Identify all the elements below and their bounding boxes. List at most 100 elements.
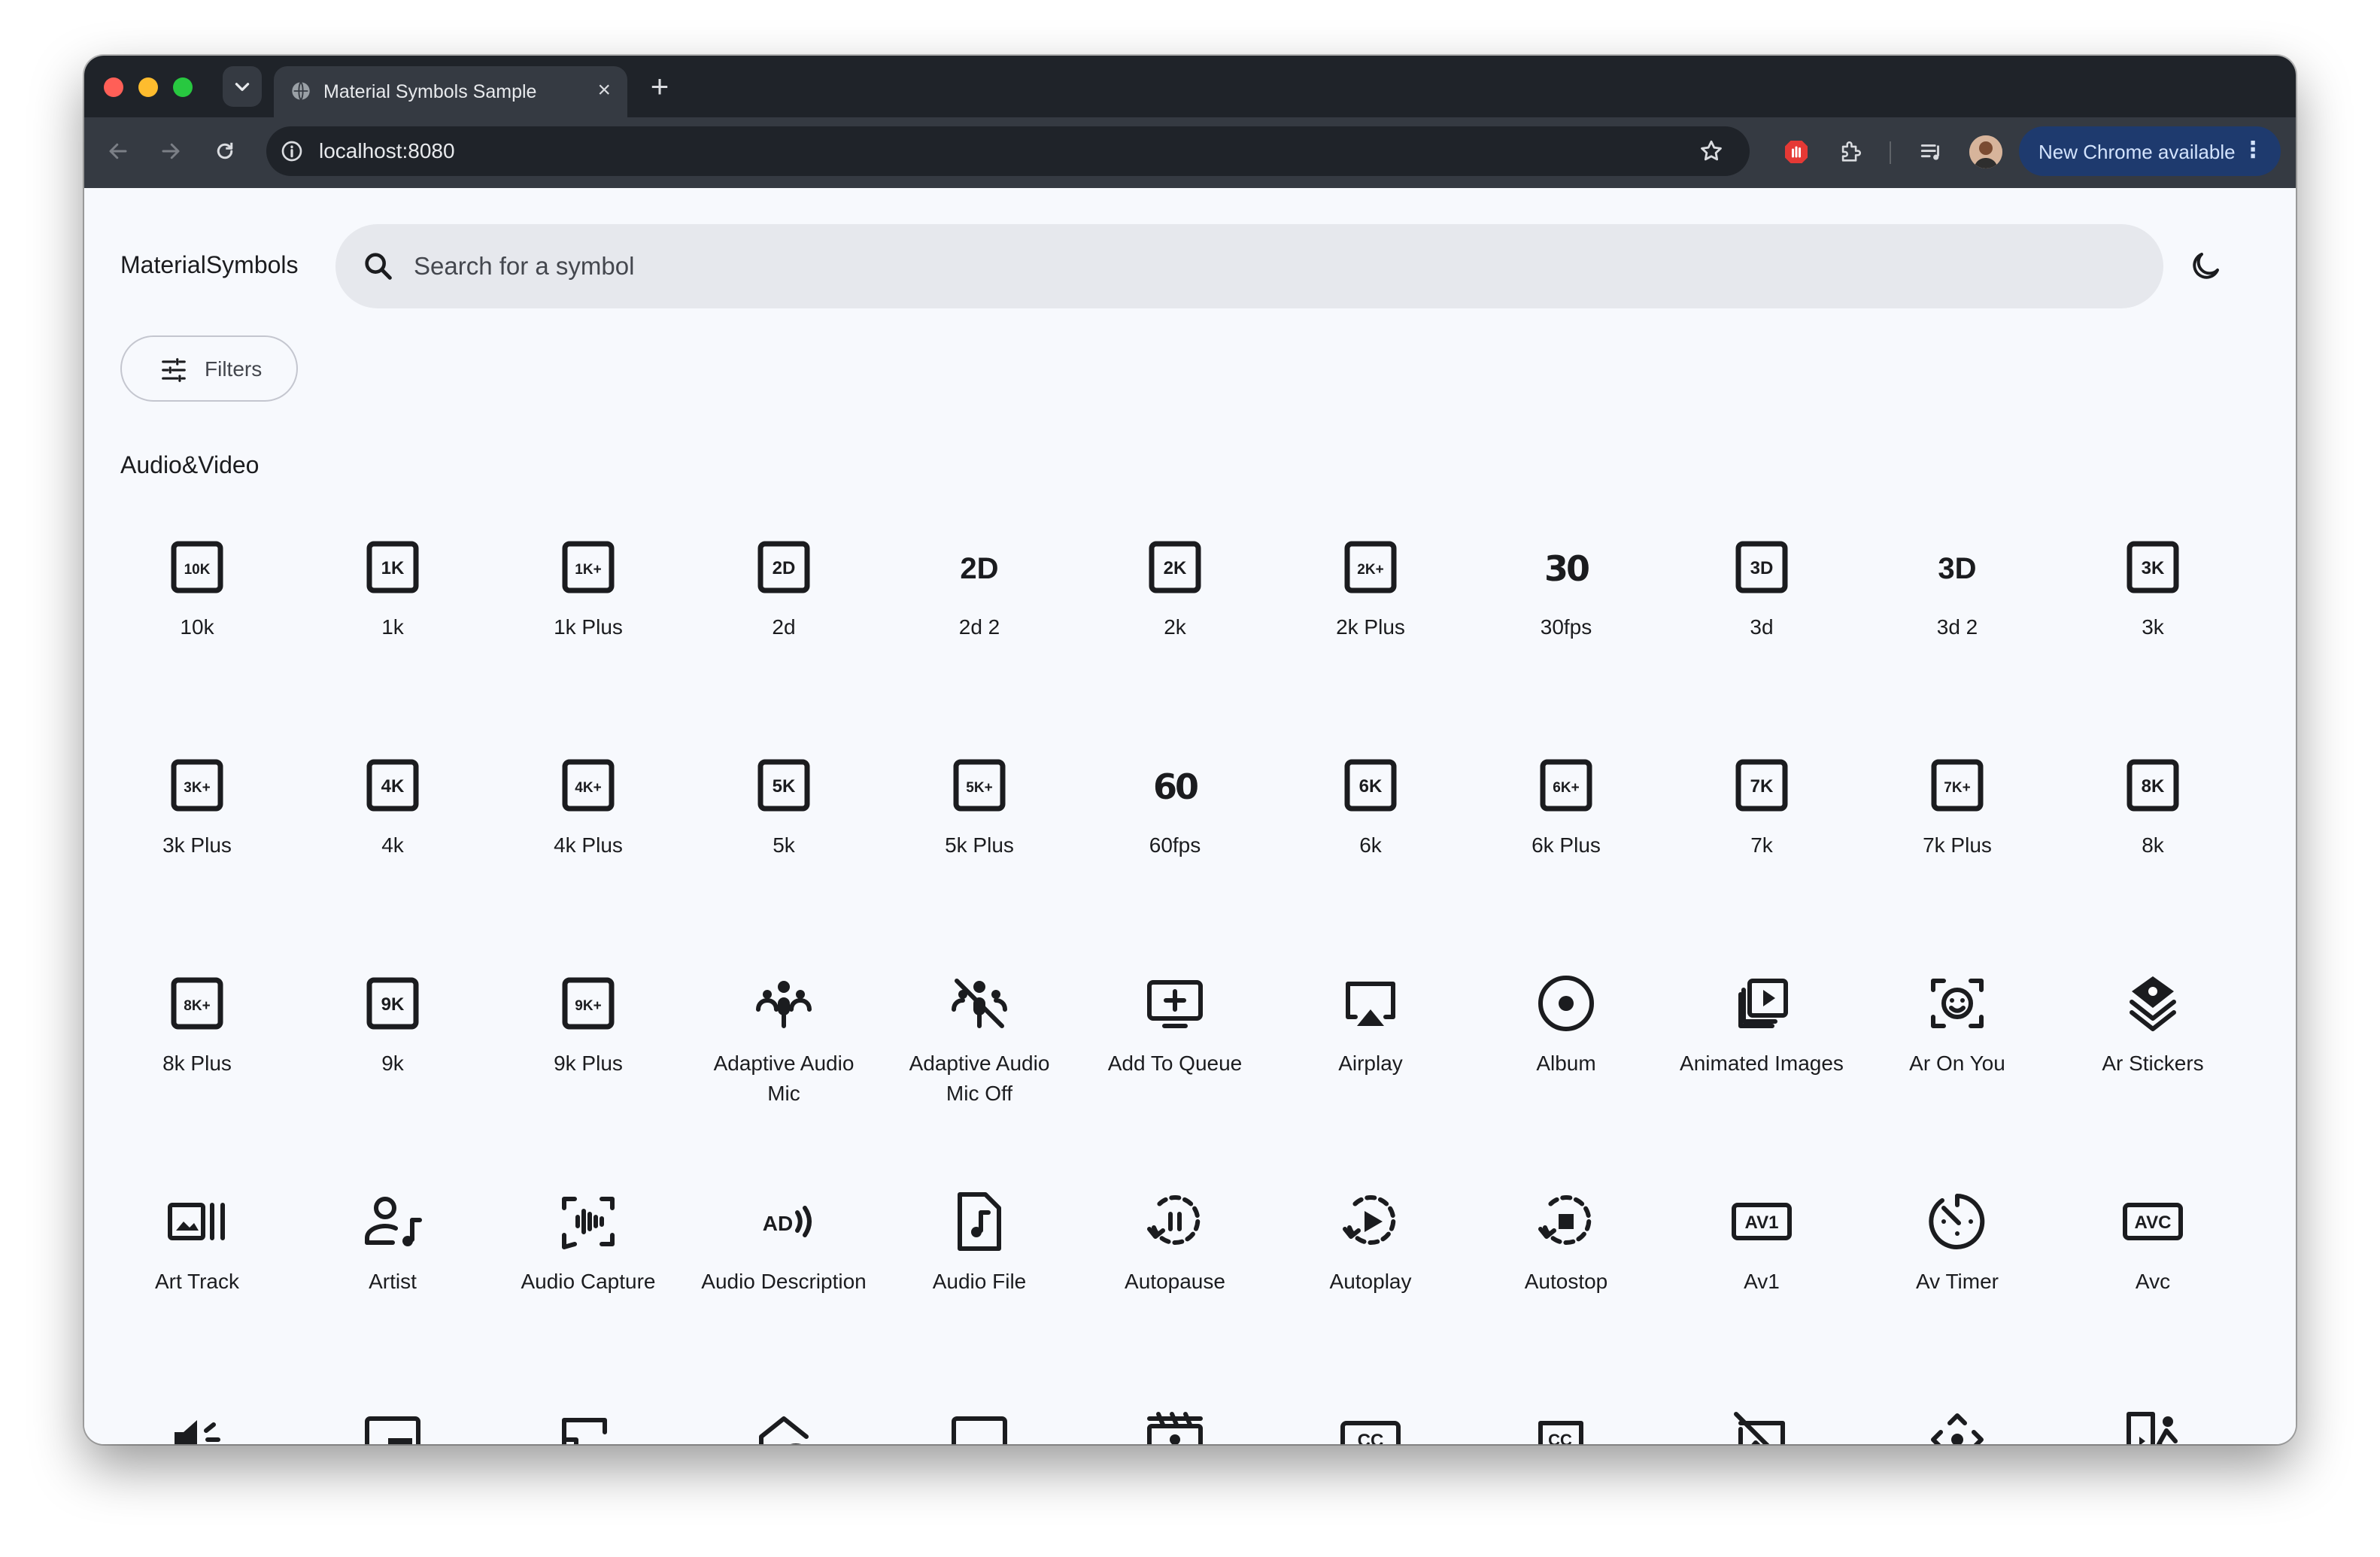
symbol-card[interactable]: Audio Capture: [490, 1190, 686, 1408]
svg-text:9K: 9K: [381, 994, 405, 1015]
update-chrome-button[interactable]: New Chrome available ⋮: [2019, 126, 2281, 176]
symbol-card[interactable]: 1K 1k: [295, 536, 490, 754]
symbol-card[interactable]: AD Audio Description: [686, 1190, 882, 1408]
symbol-card[interactable]: Autoplay: [1273, 1190, 1468, 1408]
symbol-label: 5k: [773, 833, 795, 857]
tab-search-button[interactable]: [223, 66, 262, 107]
symbol-card[interactable]: 6K+ 6k Plus: [1468, 754, 1664, 972]
site-info-icon[interactable]: [280, 139, 304, 163]
symbol-card[interactable]: Av Timer: [1859, 1190, 2055, 1408]
symbol-card[interactable]: Ar On You: [1859, 972, 2055, 1190]
close-tab-icon[interactable]: ×: [597, 79, 611, 102]
symbol-card[interactable]: [1664, 1408, 1859, 1444]
symbol-card[interactable]: [490, 1408, 686, 1444]
new-tab-button[interactable]: +: [641, 68, 678, 105]
symbol-card[interactable]: Autostop: [1468, 1190, 1664, 1408]
symbol-label: 1k: [381, 615, 404, 639]
3d-icon: 3D: [1730, 536, 1793, 599]
symbol-card[interactable]: 10K 10k: [99, 536, 295, 754]
symbol-card[interactable]: AVC Avc: [2055, 1190, 2251, 1408]
search-bar[interactable]: Search for a symbol: [335, 224, 2163, 308]
symbol-card[interactable]: Artist: [295, 1190, 490, 1408]
symbol-card[interactable]: AV1 Av1: [1664, 1190, 1859, 1408]
extension-adblock-icon[interactable]: [1781, 137, 1811, 167]
symbol-card[interactable]: Airplay: [1273, 972, 1468, 1190]
symbol-card[interactable]: 7K 7k: [1664, 754, 1859, 972]
address-bar[interactable]: localhost:8080: [266, 126, 1750, 176]
symbol-card[interactable]: 9K+ 9k Plus: [490, 972, 686, 1190]
symbol-card[interactable]: [1859, 1408, 2055, 1444]
active-tab[interactable]: Material Symbols Sample ×: [274, 66, 627, 117]
close-window-button[interactable]: [104, 77, 123, 97]
symbol-card[interactable]: Autopause: [1077, 1190, 1273, 1408]
symbol-card[interactable]: 2D 2d 2: [882, 536, 1077, 754]
symbol-card[interactable]: [295, 1408, 490, 1444]
symbol-card[interactable]: [1077, 1408, 1273, 1444]
url-text[interactable]: localhost:8080: [319, 139, 455, 163]
filters-button[interactable]: Filters: [120, 335, 298, 402]
dark-mode-icon[interactable]: [2187, 248, 2224, 284]
symbol-card[interactable]: 1K+ 1k Plus: [490, 536, 686, 754]
symbol-label: 2k: [1164, 615, 1186, 639]
symbol-label: 8k Plus: [162, 1052, 232, 1075]
symbol-card[interactable]: Audio File: [882, 1190, 1077, 1408]
icon-grid: 10K 10k 1K 1k 1K+ 1k Plus 2D 2d 2D 2d 2 2K 2k 2K+ 2k …: [99, 536, 2251, 1444]
5k-icon: 5K: [752, 754, 815, 817]
symbol-card[interactable]: CC: [1273, 1408, 1468, 1444]
9k-plus-icon: 9K+: [557, 972, 620, 1035]
cast-icon: [557, 1408, 620, 1444]
adaptive-audio-mic-icon: [752, 972, 815, 1035]
6k-icon: 6K: [1339, 754, 1402, 817]
search-input[interactable]: Search for a symbol: [414, 252, 634, 281]
symbol-card[interactable]: 8K+ 8k Plus: [99, 972, 295, 1190]
extensions-puzzle-icon[interactable]: [1835, 137, 1865, 167]
symbol-card[interactable]: [2055, 1408, 2251, 1444]
symbol-card[interactable]: Animated Images: [1664, 972, 1859, 1190]
bookmark-star-icon[interactable]: [1698, 138, 1724, 164]
symbol-card[interactable]: 6K 6k: [1273, 754, 1468, 972]
symbol-card[interactable]: 2K 2k: [1077, 536, 1273, 754]
symbol-card[interactable]: 5K+ 5k Plus: [882, 754, 1077, 972]
symbol-card[interactable]: 2K+ 2k Plus: [1273, 536, 1468, 754]
symbol-card[interactable]: Album: [1468, 972, 1664, 1190]
media-queue-icon[interactable]: [1917, 137, 1947, 167]
4k-plus-icon: 4K+: [557, 754, 620, 817]
symbol-card[interactable]: 3K 3k: [2055, 536, 2251, 754]
symbol-card[interactable]: [882, 1408, 1077, 1444]
symbol-card[interactable]: Art Track: [99, 1190, 295, 1408]
symbol-card[interactable]: 3D 3d 2: [1859, 536, 2055, 754]
symbol-card[interactable]: 7K+ 7k Plus: [1859, 754, 2055, 972]
symbol-card[interactable]: 4K 4k: [295, 754, 490, 972]
forward-button[interactable]: [153, 134, 188, 168]
symbol-label: 6k: [1359, 833, 1382, 857]
symbol-card[interactable]: Adaptive Audio Mic: [686, 972, 882, 1190]
symbol-card[interactable]: 9K 9k: [295, 972, 490, 1190]
symbol-card[interactable]: 5K 5k: [686, 754, 882, 972]
symbol-card[interactable]: 8K 8k: [2055, 754, 2251, 972]
symbol-card[interactable]: 4K+ 4k Plus: [490, 754, 686, 972]
svg-text:2D: 2D: [773, 558, 796, 578]
symbol-card[interactable]: 30 30fps: [1468, 536, 1664, 754]
control-camera-icon: [1926, 1408, 1989, 1444]
maximize-window-button[interactable]: [173, 77, 193, 97]
symbol-card[interactable]: Adaptive Audio Mic Off: [882, 972, 1077, 1190]
symbol-card[interactable]: Ar Stickers: [2055, 972, 2251, 1190]
artist-icon: [361, 1190, 424, 1253]
symbol-card[interactable]: [99, 1408, 295, 1444]
symbol-label: Adaptive Audio Mic: [713, 1052, 855, 1105]
symbol-card[interactable]: 60 60fps: [1077, 754, 1273, 972]
symbol-card[interactable]: [686, 1408, 882, 1444]
symbol-card[interactable]: 2D 2d: [686, 536, 882, 754]
symbol-card[interactable]: Add To Queue: [1077, 972, 1273, 1190]
symbol-card[interactable]: 3K+ 3k Plus: [99, 754, 295, 972]
minimize-window-button[interactable]: [138, 77, 158, 97]
symbol-label: Av1: [1744, 1270, 1780, 1293]
symbol-label: Add To Queue: [1107, 1052, 1243, 1075]
profile-avatar[interactable]: [1969, 135, 2002, 168]
reload-button[interactable]: [208, 134, 242, 168]
1k-icon: 1K: [361, 536, 424, 599]
2k-plus-icon: 2K+: [1339, 536, 1402, 599]
back-button[interactable]: [101, 134, 135, 168]
symbol-card[interactable]: CC: [1468, 1408, 1664, 1444]
symbol-card[interactable]: 3D 3d: [1664, 536, 1859, 754]
